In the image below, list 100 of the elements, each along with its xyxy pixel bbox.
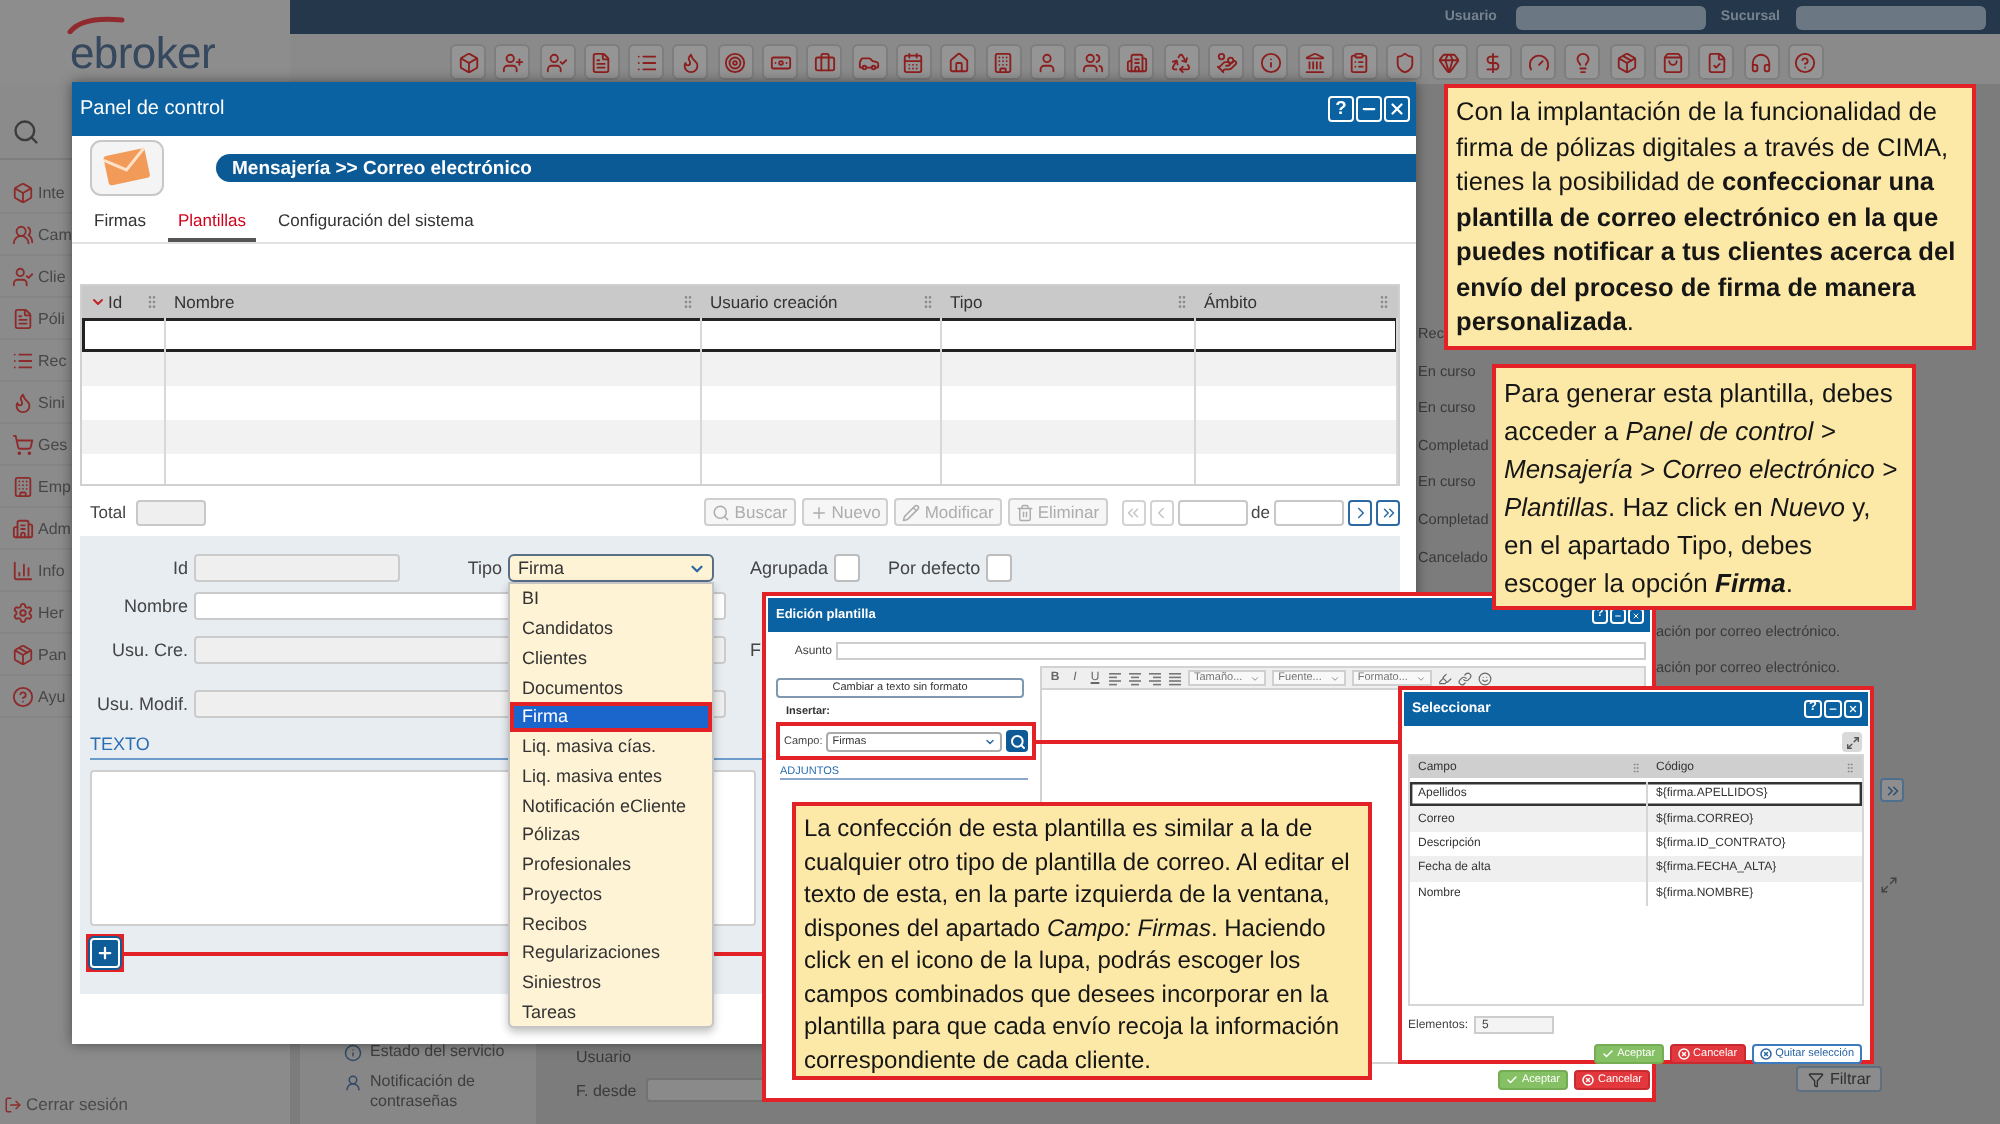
calendar-icon[interactable] — [895, 44, 932, 80]
building-icon — [12, 475, 34, 497]
recycle-icon[interactable] — [1163, 44, 1200, 80]
building-icon[interactable] — [985, 44, 1022, 80]
flame-icon — [12, 391, 34, 413]
field-label: Id — [172, 558, 188, 578]
dropdown-option[interactable]: Siniestros — [510, 967, 712, 997]
expand-icon — [1880, 876, 1898, 894]
briefcase-icon[interactable] — [806, 44, 843, 80]
hand-coins-icon[interactable] — [1208, 44, 1245, 80]
input-field[interactable] — [1274, 499, 1344, 525]
trash-icon — [1015, 503, 1034, 521]
search-icon — [712, 503, 731, 521]
cube-icon — [12, 181, 34, 203]
last-page-button[interactable] — [1880, 778, 1904, 802]
column-header[interactable]: Id — [108, 292, 123, 312]
bag-icon[interactable] — [1654, 44, 1691, 80]
user-icon[interactable] — [1029, 44, 1066, 80]
column-header[interactable]: Tipo — [950, 292, 983, 312]
dropdown-option[interactable]: Tareas — [510, 997, 712, 1027]
search-button[interactable] — [1006, 730, 1028, 752]
dropdown-option[interactable]: Profesionales — [510, 849, 712, 879]
minimize-button[interactable] — [1824, 700, 1842, 718]
gauge-icon[interactable] — [1520, 44, 1557, 80]
expand-icon[interactable] — [1842, 732, 1862, 752]
user-icon — [344, 1074, 362, 1092]
help-icon[interactable] — [1787, 44, 1824, 80]
user-plus-icon[interactable] — [494, 44, 531, 80]
gem-icon[interactable] — [1431, 44, 1468, 80]
logo-text: ebroker — [70, 33, 215, 73]
input-field[interactable] — [1796, 5, 1986, 29]
check-icon — [1506, 1074, 1519, 1086]
list-icon[interactable] — [628, 44, 665, 80]
close-button[interactable] — [1844, 700, 1862, 718]
plus-icon — [96, 944, 114, 962]
file-check-icon[interactable] — [1698, 44, 1735, 80]
tab[interactable]: Configuración del sistema — [268, 200, 484, 242]
last-page-button[interactable] — [1376, 499, 1400, 525]
help-button[interactable]: ? — [1328, 96, 1354, 122]
double-chevron-right-icon — [1379, 503, 1397, 521]
grip-icon — [680, 294, 696, 310]
minimize-button[interactable] — [1356, 96, 1382, 122]
column-header[interactable]: Ámbito — [1204, 292, 1257, 312]
input-field[interactable] — [1177, 499, 1248, 525]
info-icon[interactable] — [1252, 44, 1289, 80]
package-icon[interactable] — [1609, 44, 1646, 80]
column-header[interactable]: Nombre — [174, 292, 235, 312]
dropdown-option[interactable]: Liq. masiva entes — [510, 761, 712, 791]
chevron-down-icon — [1415, 673, 1426, 683]
input-field[interactable] — [646, 1078, 767, 1102]
flame-icon[interactable] — [672, 44, 709, 80]
close-button[interactable] — [1384, 96, 1410, 122]
dropdown-option[interactable]: Liq. masiva cías. — [510, 731, 712, 761]
target-icon[interactable] — [717, 44, 754, 80]
user-check-icon[interactable] — [539, 44, 576, 80]
x-circle-icon — [1581, 1074, 1594, 1086]
clipboard-icon[interactable] — [1341, 44, 1378, 80]
link-icon — [1457, 671, 1472, 685]
car-icon[interactable] — [851, 44, 888, 80]
document-icon[interactable] — [583, 44, 620, 80]
lightbulb-icon[interactable] — [1564, 44, 1601, 80]
users-icon[interactable] — [1074, 44, 1111, 80]
dropdown-option[interactable]: Clientes — [510, 643, 712, 673]
dropdown-option[interactable]: Proyectos — [510, 879, 712, 909]
house-icon[interactable] — [940, 44, 977, 80]
dropdown-option[interactable]: BI — [510, 584, 712, 614]
banknote-icon[interactable] — [762, 44, 799, 80]
bar-chart-icon — [12, 559, 34, 581]
chevron-down-icon — [1329, 673, 1340, 683]
office-icon[interactable] — [1118, 44, 1155, 80]
chevron-down-icon — [984, 735, 997, 747]
dropdown-option[interactable]: Documentos — [510, 672, 712, 702]
package-icon — [12, 643, 34, 665]
search-icon — [12, 118, 40, 146]
search-icon — [1009, 733, 1026, 749]
input-field[interactable] — [1516, 5, 1707, 29]
type-select[interactable]: Firma — [508, 554, 714, 582]
dollar-icon[interactable] — [1475, 44, 1512, 80]
checkbox[interactable] — [834, 554, 861, 582]
tab[interactable]: Plantillas — [167, 200, 257, 242]
dropdown-option[interactable]: Firma — [510, 702, 712, 732]
field-label: Usu. Modif. — [96, 694, 188, 714]
next-page-button[interactable] — [1348, 499, 1372, 525]
table-row[interactable] — [82, 318, 1398, 352]
checkbox[interactable] — [986, 554, 1013, 582]
field-label: Total — [90, 502, 126, 522]
bank-icon[interactable] — [1297, 44, 1334, 80]
headphones-icon[interactable] — [1743, 44, 1780, 80]
dropdown-option[interactable]: Recibos — [510, 908, 712, 938]
cube-icon[interactable] — [450, 44, 486, 80]
filter-button[interactable]: Filtrar — [1796, 1066, 1883, 1092]
grip-icon — [1376, 294, 1392, 310]
dropdown-option[interactable]: Candidatos — [510, 613, 712, 643]
tab[interactable]: Firmas — [84, 200, 156, 242]
dropdown-option[interactable]: Notificación eCliente — [510, 790, 712, 820]
shield-icon[interactable] — [1386, 44, 1423, 80]
document-icon — [12, 307, 34, 329]
dropdown-option[interactable]: Regularizaciones — [510, 938, 712, 968]
column-header[interactable]: Usuario creación — [710, 292, 838, 312]
dropdown-option[interactable]: Pólizas — [510, 820, 712, 850]
